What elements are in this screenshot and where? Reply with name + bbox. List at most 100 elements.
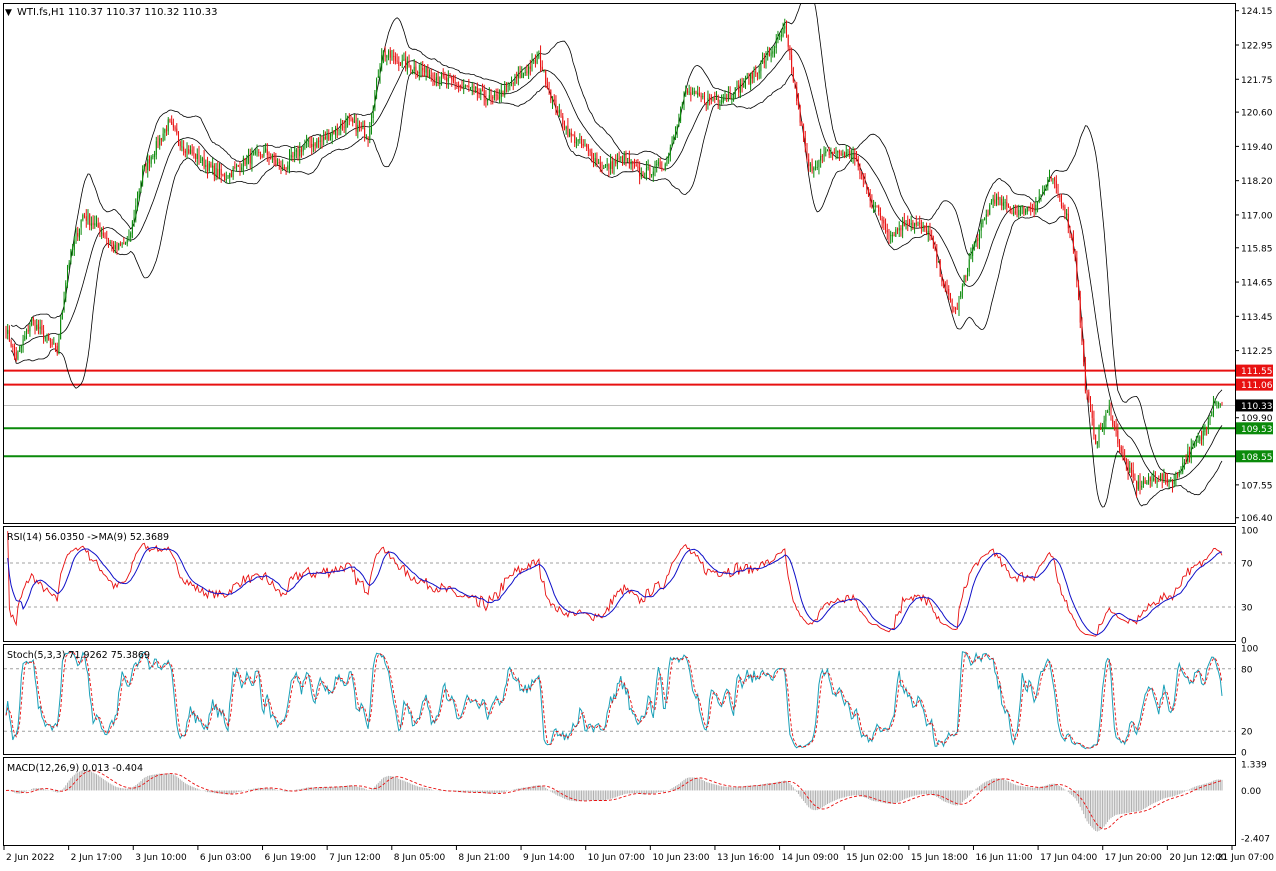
candle <box>811 158 813 174</box>
candle <box>1113 420 1115 431</box>
candle <box>946 279 948 295</box>
candle-body <box>65 282 67 299</box>
candle <box>367 136 369 147</box>
macd-label: MACD(12,26,9) 0.013 -0.404 <box>7 763 143 774</box>
candle <box>234 161 236 170</box>
candle <box>777 30 779 44</box>
candle-body <box>295 149 297 152</box>
candle <box>213 163 215 182</box>
candle <box>816 160 818 171</box>
candle <box>1218 401 1220 409</box>
candle-body <box>97 223 99 228</box>
candle-body <box>1052 178 1054 180</box>
candle-body <box>1021 206 1023 208</box>
candle-body <box>230 174 232 177</box>
candle <box>823 146 825 162</box>
candle <box>205 159 207 174</box>
candle <box>678 113 680 127</box>
candle <box>32 316 34 326</box>
candle-body <box>1146 482 1148 484</box>
candle <box>80 219 82 235</box>
candle-body <box>246 158 248 165</box>
candle <box>400 62 402 66</box>
candle <box>401 54 403 69</box>
candle <box>698 86 700 97</box>
candle <box>1146 480 1148 485</box>
candle-body <box>827 150 828 152</box>
candle-body <box>405 58 407 69</box>
candle <box>644 172 646 179</box>
candle-body <box>570 132 572 136</box>
candle <box>734 87 736 100</box>
candle <box>430 68 432 82</box>
candle <box>41 319 43 335</box>
candle <box>55 342 57 352</box>
price-tick-label: 117.00 <box>1241 211 1273 221</box>
candle <box>640 167 642 180</box>
candle <box>661 161 663 172</box>
collapse-triangle-icon[interactable]: ▼ <box>5 8 12 18</box>
candle <box>236 163 238 172</box>
candle-body <box>818 159 820 167</box>
candle <box>184 148 186 158</box>
chart-canvas[interactable]: 124.15 122.95 121.75 120.60 119.40 118.20 117.… <box>0 0 1276 867</box>
candle-body <box>876 205 878 207</box>
candle-body <box>849 151 851 157</box>
candle-body <box>707 98 709 105</box>
candle <box>287 161 289 172</box>
candle-body <box>1189 450 1190 458</box>
candle <box>1018 204 1020 219</box>
candle-body <box>7 329 9 334</box>
candle-body <box>1110 407 1112 421</box>
candle-body <box>442 73 444 77</box>
candle-body <box>850 157 852 159</box>
candle <box>319 133 321 149</box>
candle-body <box>1141 485 1143 488</box>
candle <box>1165 472 1167 485</box>
candle <box>755 65 757 77</box>
candle <box>984 217 986 221</box>
candle <box>237 164 239 168</box>
candle-body <box>594 158 596 162</box>
candle <box>425 66 427 81</box>
candle <box>148 155 150 172</box>
candle-body <box>1160 474 1161 481</box>
candle-body <box>347 117 349 121</box>
candle <box>398 56 400 72</box>
candle <box>434 72 436 86</box>
candle-body <box>558 109 560 113</box>
candle <box>461 80 463 90</box>
candle <box>546 77 548 90</box>
candle-body <box>1103 420 1105 428</box>
candle-body <box>762 60 764 62</box>
candle-body <box>1149 477 1151 482</box>
candle-body <box>475 87 477 89</box>
candle-body <box>1062 205 1064 208</box>
candle-body <box>550 90 552 101</box>
candle <box>386 54 388 66</box>
candle-body <box>184 151 186 153</box>
candle-body <box>534 60 536 63</box>
candle-body <box>17 351 19 359</box>
price-tick-label: 112.25 <box>1241 347 1273 357</box>
candle-body <box>58 339 60 354</box>
candle <box>963 274 965 287</box>
candle <box>118 242 120 251</box>
candle <box>341 119 343 131</box>
candle-body <box>729 93 731 99</box>
candle <box>517 66 519 86</box>
candle-body <box>1165 473 1167 479</box>
candle-body <box>1197 440 1199 442</box>
candle <box>721 94 723 105</box>
price-tick-label: 119.40 <box>1241 143 1273 153</box>
candle-body <box>72 248 74 251</box>
macd-tick-label: -2.407 <box>1241 835 1270 845</box>
candle-body <box>1067 213 1069 229</box>
candle-body <box>765 55 767 63</box>
candle-body <box>410 65 412 71</box>
trading-chart[interactable]: 124.15 122.95 121.75 120.60 119.40 118.20 117.… <box>0 0 1276 867</box>
candle-body <box>616 158 618 164</box>
candle <box>17 350 19 361</box>
candle-body <box>961 286 963 291</box>
candle <box>714 91 716 104</box>
